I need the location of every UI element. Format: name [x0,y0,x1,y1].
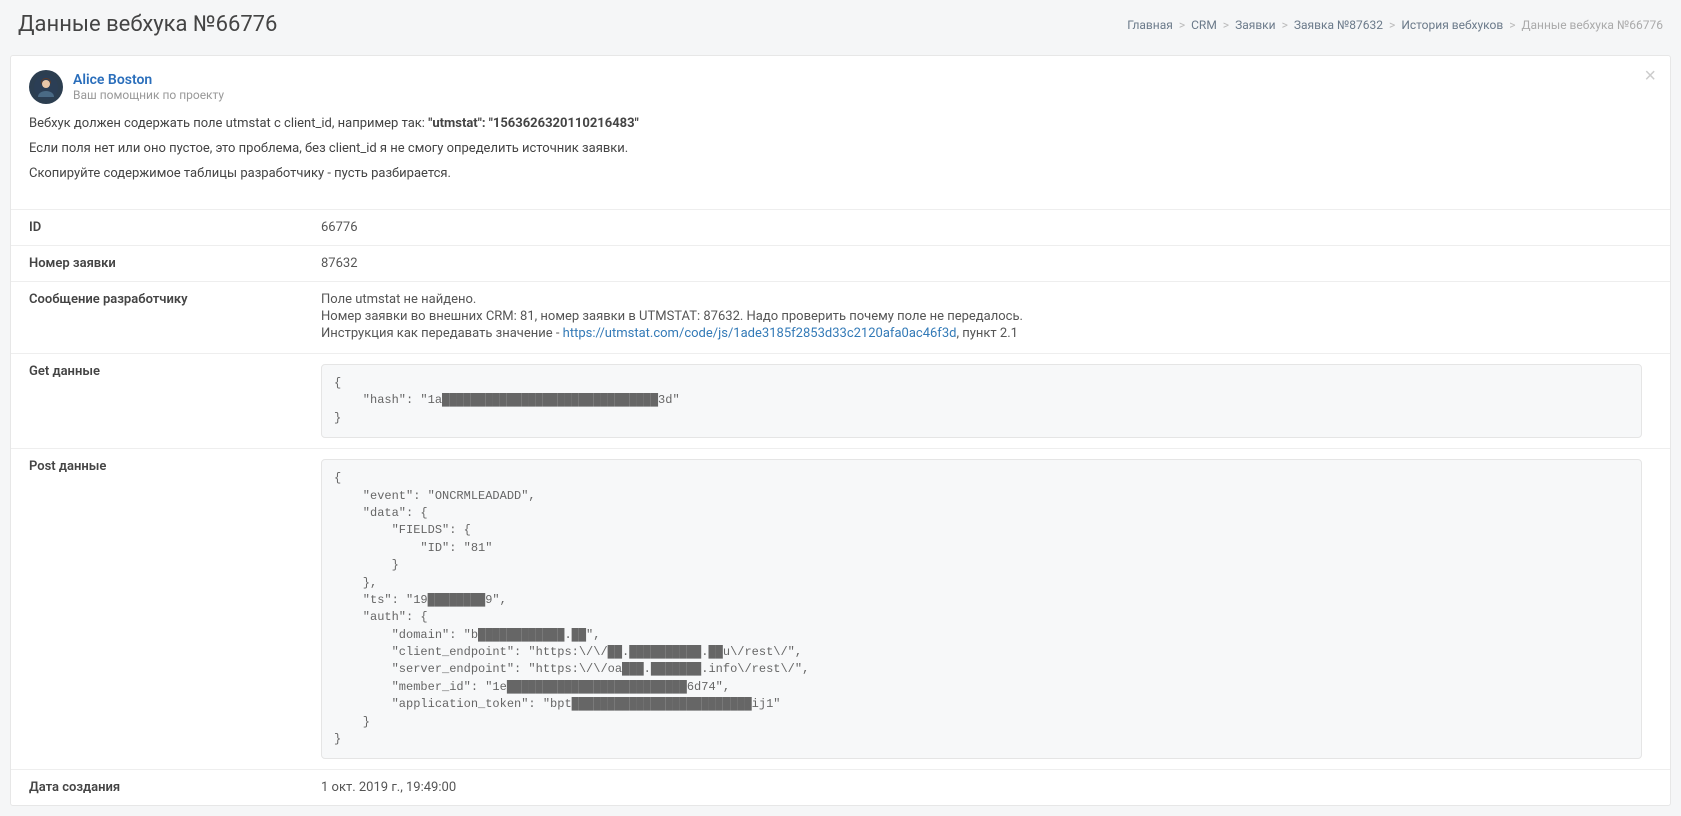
table-row: ID 66776 [11,210,1670,246]
chevron-right-icon: > [1509,18,1515,32]
assistant-name: Alice Boston [73,72,224,88]
breadcrumb-item[interactable]: Заявка №87632 [1294,18,1383,32]
row-label-devmsg: Сообщение разработчику [11,282,321,354]
main-panel: × Alice Boston Ваш помощник по проекту В… [10,55,1671,806]
table-row: Get данные { "hash": "1a████████████████… [11,354,1670,449]
breadcrumb-item[interactable]: CRM [1191,18,1217,32]
get-code-block: { "hash": "1a███████████████████████████… [321,364,1642,438]
breadcrumb-item[interactable]: Заявки [1235,18,1276,32]
avatar [29,70,63,104]
instruction-link[interactable]: https://utmstat.com/code/js/1ade3185f285… [563,326,957,341]
table-row: Сообщение разработчику Поле utmstat не н… [11,282,1670,354]
alert-line-2: Если поля нет или оно пустое, это пробле… [29,141,1652,156]
table-row: Дата создания 1 окт. 2019 г., 19:49:00 [11,770,1670,806]
row-label-created: Дата создания [11,770,321,806]
row-value-created: 1 окт. 2019 г., 19:49:00 [321,770,1670,806]
table-row: Post данные { "event": "ONCRMLEADADD", "… [11,449,1670,770]
page-title: Данные вебхука №66776 [18,12,277,37]
breadcrumb: Главная > CRM > Заявки > Заявка №87632 >… [1127,18,1663,32]
alert-line-3: Скопируйте содержимое таблицы разработчи… [29,166,1652,181]
row-label-get: Get данные [11,354,321,449]
alert-line-1: Вебхук должен содержать поле utmstat c c… [29,116,1652,131]
assistant-alert: × Alice Boston Ваш помощник по проекту В… [11,56,1670,210]
close-icon[interactable]: × [1644,66,1656,86]
chevron-right-icon: > [1282,18,1288,32]
row-label-id: ID [11,210,321,246]
chevron-right-icon: > [1223,18,1229,32]
row-label-post: Post данные [11,449,321,770]
breadcrumb-item[interactable]: История вебхуков [1401,18,1503,32]
breadcrumb-current: Данные вебхука №66776 [1522,18,1664,32]
row-value-order: 87632 [321,246,1670,282]
chevron-right-icon: > [1179,18,1185,32]
post-code-block: { "event": "ONCRMLEADADD", "data": { "FI… [321,459,1642,759]
assistant-subtitle: Ваш помощник по проекту [73,88,224,102]
table-row: Номер заявки 87632 [11,246,1670,282]
row-value-devmsg: Поле utmstat не найдено. Номер заявки во… [321,282,1670,354]
breadcrumb-item[interactable]: Главная [1127,18,1173,32]
row-label-order: Номер заявки [11,246,321,282]
data-table: ID 66776 Номер заявки 87632 Сообщение ра… [11,210,1670,805]
row-value-id: 66776 [321,210,1670,246]
chevron-right-icon: > [1389,18,1395,32]
